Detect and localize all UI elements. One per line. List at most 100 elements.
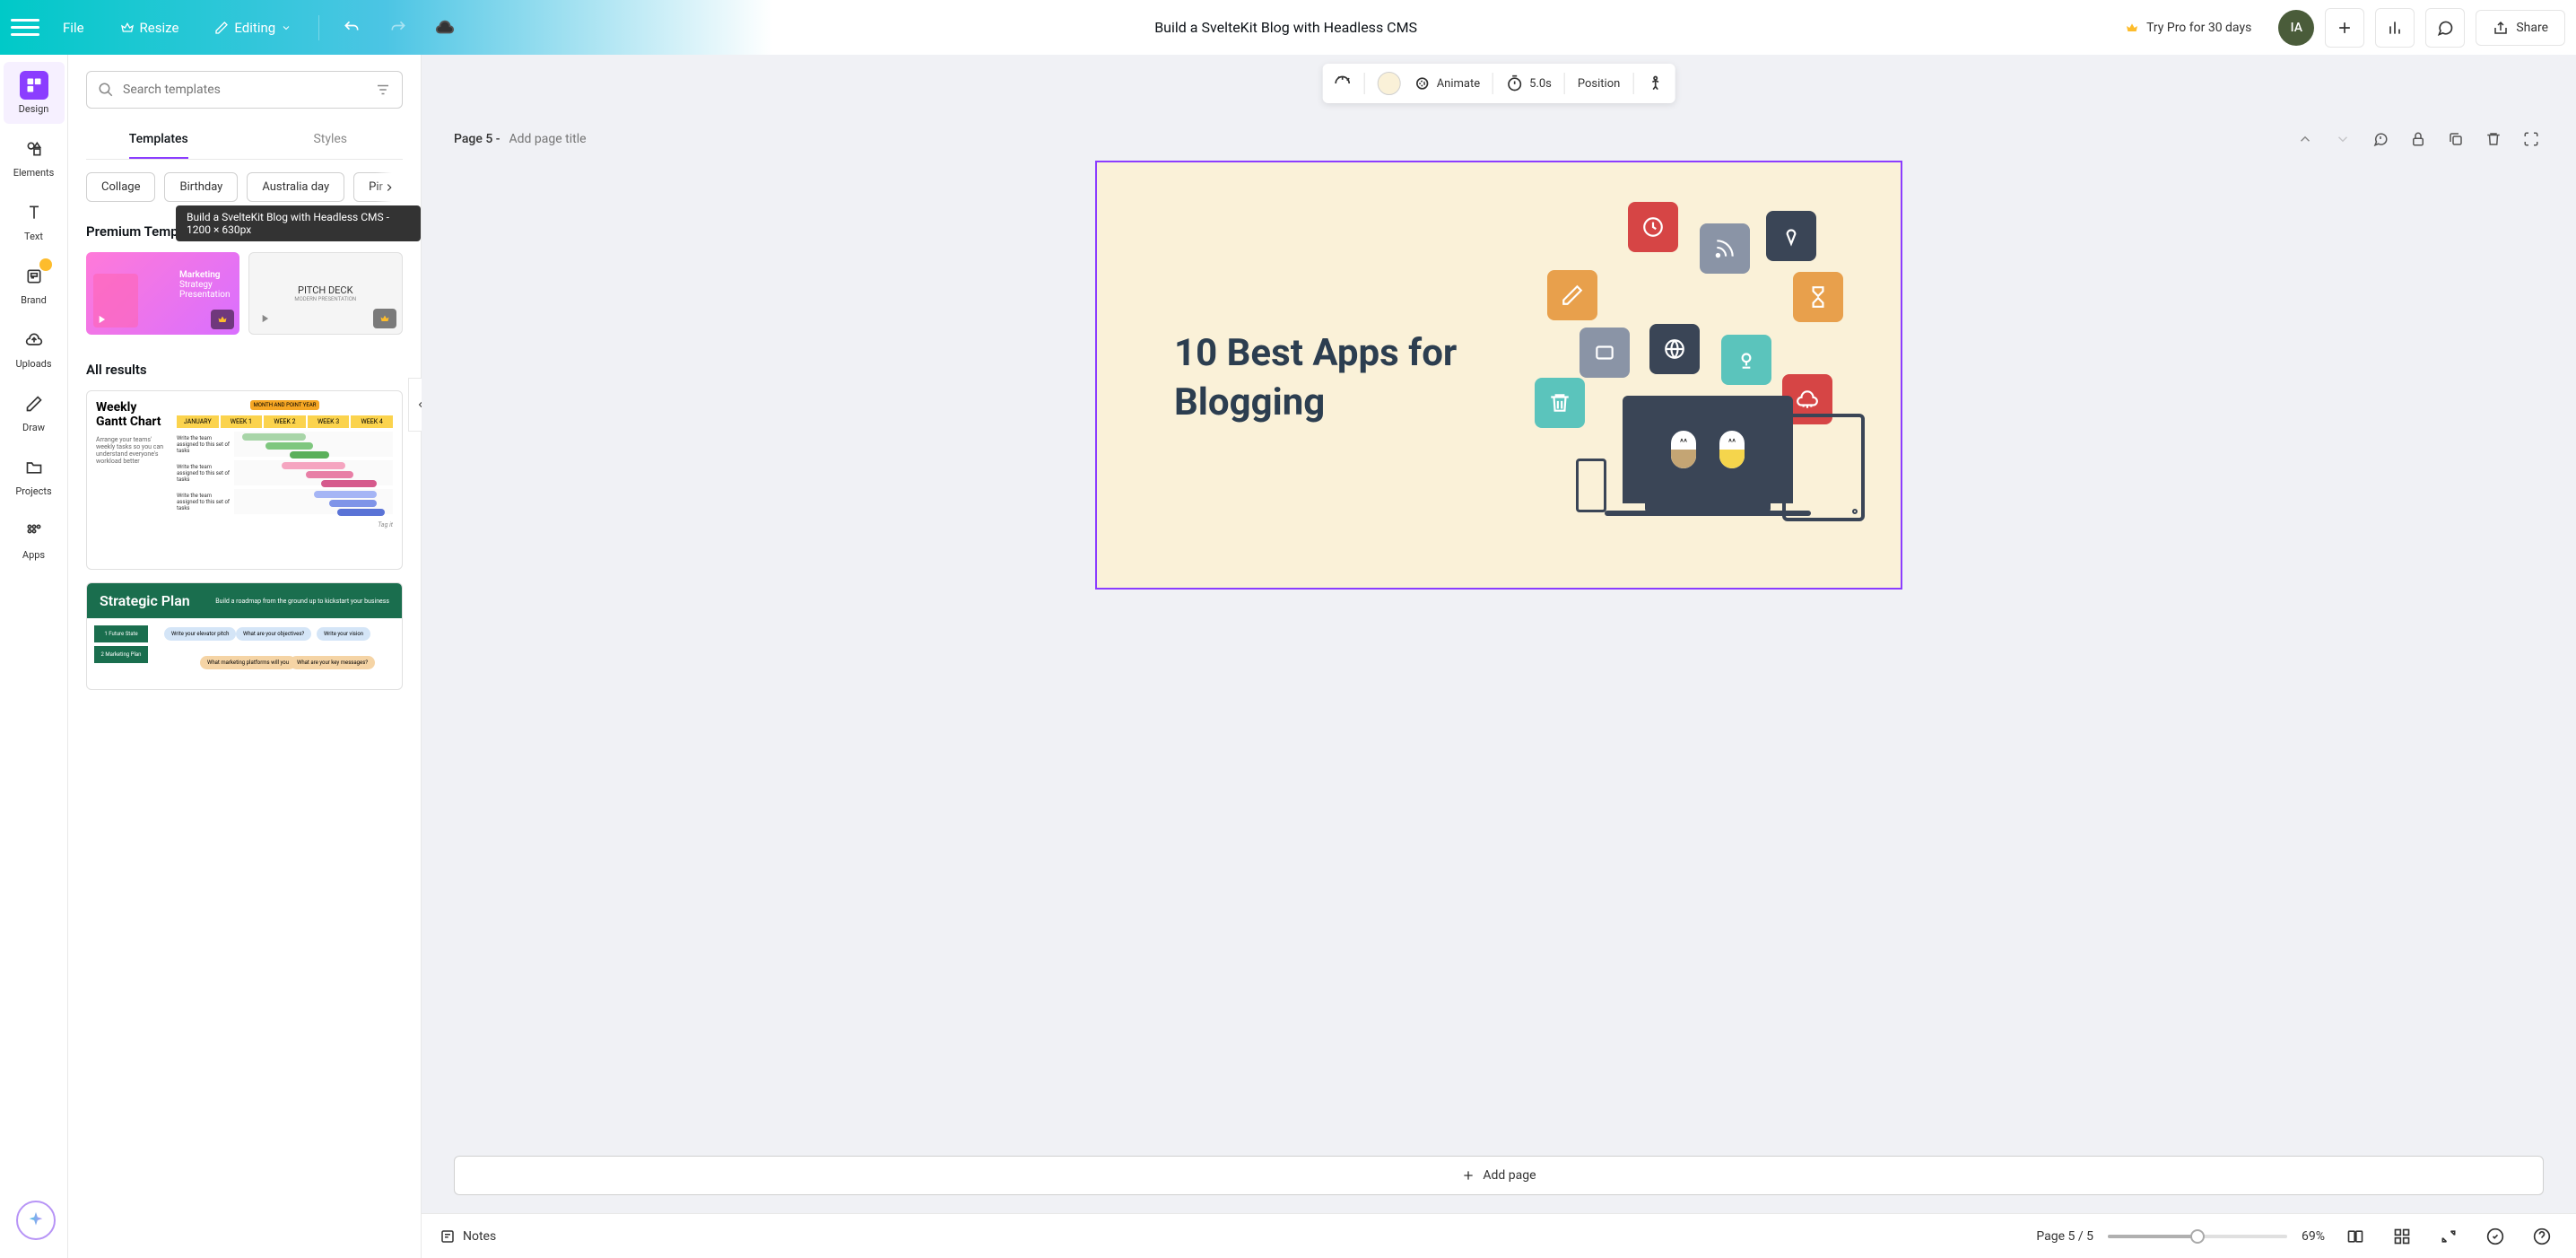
main-menu-button[interactable] — [11, 13, 39, 42]
page-duplicate-button[interactable] — [2443, 127, 2468, 152]
grid-view-button[interactable] — [2386, 1220, 2418, 1253]
search-icon — [98, 82, 114, 98]
template-strategic-plan[interactable]: Strategic Plan Build a roadmap from the … — [86, 582, 403, 690]
premium-badge — [211, 310, 234, 329]
zoom-label[interactable]: 69% — [2302, 1229, 2325, 1244]
canvas-illustration[interactable]: ^^ ^^ — [1533, 198, 1865, 557]
page-title-input[interactable] — [509, 132, 644, 146]
page-expand-button[interactable] — [2519, 127, 2544, 152]
divider — [318, 15, 319, 40]
present-button[interactable] — [2479, 1220, 2511, 1253]
notes-button[interactable]: Notes — [439, 1228, 496, 1245]
sidebar-item-design[interactable]: Design — [4, 62, 65, 124]
file-button[interactable]: File — [50, 13, 97, 43]
user-avatar[interactable]: IA — [2278, 10, 2314, 46]
sidebar-label: Text — [24, 231, 43, 242]
toolbar-position[interactable]: Position — [1578, 77, 1620, 91]
strategic-header: Strategic Plan Build a roadmap from the … — [87, 583, 402, 618]
share-button[interactable]: Share — [2476, 10, 2565, 46]
clock-badge-icon — [1628, 202, 1678, 252]
page-indicator[interactable]: Page 5 / 5 — [2036, 1229, 2093, 1244]
sidebar-label: Uploads — [15, 358, 51, 370]
hourglass-badge-icon — [1793, 272, 1843, 322]
tab-templates[interactable]: Templates — [129, 121, 188, 159]
brand-icon — [20, 262, 48, 291]
toolbar-timer[interactable]: 5.0s — [1506, 74, 1552, 92]
sidebar-item-draw[interactable]: Draw — [4, 380, 65, 442]
search-box[interactable] — [86, 71, 403, 109]
template-card-pitchdeck[interactable]: PITCH DECK MODERN PRESENTATION — [248, 252, 404, 335]
tooltip: Build a SvelteKit Blog with Headless CMS… — [176, 205, 421, 241]
resize-button[interactable]: Resize — [108, 13, 192, 43]
elements-icon — [20, 135, 48, 163]
toolbar-accessibility[interactable] — [1646, 74, 1664, 92]
far-left-sidebar: Design Elements Text Brand Uploads — [0, 55, 68, 1258]
cloud-sync-button[interactable] — [427, 10, 463, 46]
sidebar-item-uploads[interactable]: Uploads — [4, 317, 65, 379]
timer-label: 5.0s — [1529, 77, 1552, 91]
canvas-heading[interactable]: 10 Best Apps for Blogging — [1174, 329, 1533, 427]
template-card-marketing[interactable]: Marketing Strategy Presentation — [86, 252, 239, 335]
design-icon — [20, 71, 48, 100]
zoom-handle[interactable] — [2190, 1229, 2205, 1244]
canvas-wrapper: 10 Best Apps for Blogging — [422, 161, 2576, 1138]
document-title[interactable]: Build a SvelteKit Blog with Headless CMS — [1154, 19, 1417, 36]
sidebar-label: Brand — [21, 294, 47, 306]
apps-icon — [20, 517, 48, 546]
toolbar-animate[interactable]: Animate — [1414, 74, 1480, 92]
view-pages-button[interactable] — [2339, 1220, 2371, 1253]
zoom-slider[interactable] — [2108, 1235, 2287, 1238]
toolbar-autoplay[interactable] — [1334, 74, 1352, 92]
notes-label: Notes — [463, 1229, 496, 1244]
undo-button[interactable] — [334, 10, 370, 46]
magic-ai-button[interactable] — [16, 1201, 56, 1240]
gantt-left: Weekly Gantt Chart Arrange your teams' w… — [96, 400, 168, 560]
canvas-toolbar: Animate 5.0s Position — [1323, 64, 1675, 103]
chip-birthday[interactable]: Birthday — [164, 172, 238, 202]
chip-collage[interactable]: Collage — [86, 172, 155, 202]
crown-icon — [2125, 21, 2139, 35]
sidebar-item-elements[interactable]: Elements — [4, 126, 65, 188]
page-up-button[interactable] — [2293, 127, 2318, 152]
tab-styles[interactable]: Styles — [313, 121, 347, 159]
filter-icon[interactable] — [375, 82, 391, 98]
analytics-button[interactable] — [2375, 8, 2415, 48]
canvas-page[interactable]: 10 Best Apps for Blogging — [1095, 161, 1902, 590]
chip-scroll-right[interactable] — [376, 172, 403, 202]
all-results-title: All results — [86, 362, 147, 378]
sidebar-item-apps[interactable]: Apps — [4, 508, 65, 570]
add-member-button[interactable] — [2325, 8, 2364, 48]
page-delete-button[interactable] — [2481, 127, 2506, 152]
camera-badge-icon — [1721, 335, 1771, 385]
phone-icon — [1576, 459, 1606, 512]
pencil-icon — [214, 21, 229, 35]
icecream-badge-icon — [1766, 211, 1816, 261]
redo-button[interactable] — [380, 10, 416, 46]
gantt-title: Weekly Gantt Chart — [96, 400, 168, 429]
bottom-bar: Notes Page 5 / 5 69% — [422, 1213, 2576, 1258]
page-comments-button[interactable] — [2368, 127, 2393, 152]
sidebar-item-projects[interactable]: Projects — [4, 444, 65, 506]
crown-icon — [120, 21, 135, 35]
comments-button[interactable] — [2425, 8, 2465, 48]
try-pro-button[interactable]: Try Pro for 30 days — [2109, 12, 2267, 44]
background-color-swatch[interactable] — [1378, 72, 1401, 95]
add-page-button[interactable]: Add page — [454, 1156, 2544, 1195]
template-gantt-chart[interactable]: Weekly Gantt Chart Arrange your teams' w… — [86, 390, 403, 570]
help-button[interactable] — [2526, 1220, 2558, 1253]
sidebar-label: Draw — [22, 422, 45, 433]
page-down-button[interactable] — [2330, 127, 2355, 152]
sidebar-item-brand[interactable]: Brand — [4, 253, 65, 315]
draw-icon — [20, 389, 48, 418]
page-label: Page 5 - — [454, 132, 500, 146]
rss-badge-icon — [1700, 223, 1750, 274]
search-input[interactable] — [123, 83, 366, 97]
pencil-badge-icon — [1547, 270, 1597, 320]
sidebar-item-text[interactable]: Text — [4, 189, 65, 251]
chip-australia[interactable]: Australia day — [247, 172, 344, 202]
editing-button[interactable]: Editing — [202, 13, 304, 43]
position-label: Position — [1578, 77, 1620, 91]
fullscreen-button[interactable] — [2432, 1220, 2465, 1253]
resize-label: Resize — [140, 20, 179, 36]
page-lock-button[interactable] — [2406, 127, 2431, 152]
